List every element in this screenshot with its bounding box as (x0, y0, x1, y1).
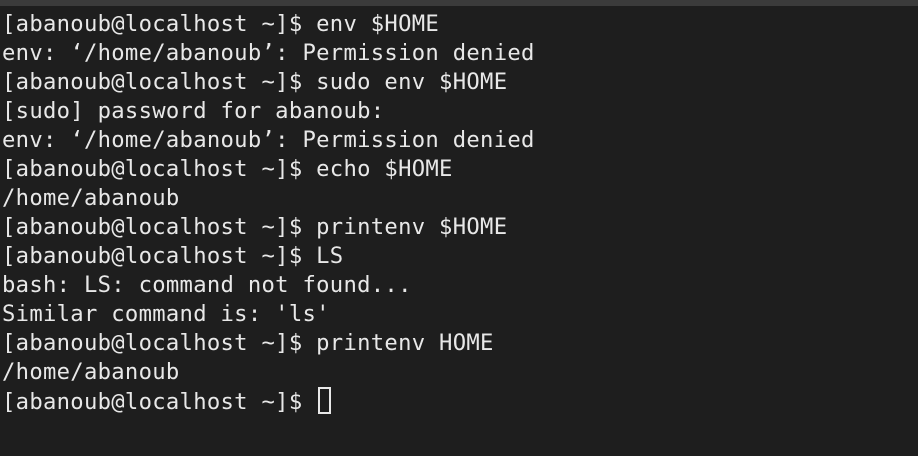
terminal-line: [abanoub@localhost ~]$ echo $HOME (2, 156, 453, 182)
terminal-input-line[interactable]: [abanoub@localhost ~]$ (2, 387, 918, 416)
terminal-line: [abanoub@localhost ~]$ printenv HOME (2, 330, 494, 356)
text-cursor[interactable] (318, 387, 332, 414)
terminal-line: [abanoub@localhost ~]$ LS (2, 243, 344, 269)
terminal-line: /home/abanoub (2, 185, 180, 211)
shell-prompt: [abanoub@localhost ~]$ (2, 389, 317, 415)
terminal-line: env: ‘/home/abanoub’: Permission denied (2, 40, 535, 66)
terminal-line: bash: LS: command not found... (2, 272, 412, 298)
terminal-output: [abanoub@localhost ~]$ env $HOME env: ‘/… (2, 10, 918, 416)
terminal-line: Similar command is: 'ls' (2, 301, 330, 327)
terminal-line: [abanoub@localhost ~]$ sudo env $HOME (2, 69, 508, 95)
terminal-line: [abanoub@localhost ~]$ printenv $HOME (2, 214, 508, 240)
terminal-window[interactable]: [abanoub@localhost ~]$ env $HOME env: ‘/… (0, 0, 918, 456)
terminal-line: [sudo] password for abanoub: (2, 98, 385, 124)
terminal-line: /home/abanoub (2, 359, 180, 385)
terminal-line: env: ‘/home/abanoub’: Permission denied (2, 127, 535, 153)
terminal-line: [abanoub@localhost ~]$ env $HOME (2, 11, 440, 37)
